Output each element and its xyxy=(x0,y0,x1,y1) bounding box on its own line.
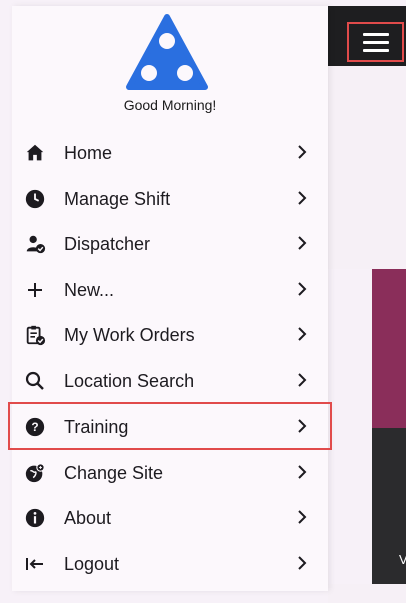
nav-item-label: Logout xyxy=(64,554,120,574)
plus-icon xyxy=(24,279,46,301)
nav-item-new[interactable]: New... xyxy=(12,267,328,311)
background-panel-dark: V xyxy=(372,428,406,584)
app-background xyxy=(328,66,406,269)
svg-text:?: ? xyxy=(31,420,38,434)
chevron-right-icon xyxy=(294,552,310,574)
chevron-right-icon xyxy=(294,141,310,163)
chevron-right-icon xyxy=(294,278,310,300)
chevron-right-icon xyxy=(294,369,310,391)
nav-item-manage-shift[interactable]: Manage Shift xyxy=(12,176,328,220)
nav-item-training[interactable]: ? Training xyxy=(8,402,332,450)
navigation-drawer: Good Morning! Home Manage Shift Dispatch… xyxy=(8,6,332,591)
nav-item-label: Dispatcher xyxy=(64,234,151,254)
nav-item-change-site[interactable]: Change Site xyxy=(12,450,328,494)
greeting-text: Good Morning! xyxy=(123,97,217,113)
hamburger-line xyxy=(362,40,389,44)
background-peek-text: V xyxy=(399,552,406,567)
chevron-right-icon xyxy=(294,323,310,345)
nav-item-label: My Work Orders xyxy=(64,325,195,345)
nav-item-label: Change Site xyxy=(64,463,164,483)
nav-item-home[interactable]: Home xyxy=(12,130,328,174)
chevron-right-icon xyxy=(294,506,310,528)
app-background-bottom xyxy=(328,584,406,603)
nav-item-location-search[interactable]: Location Search xyxy=(12,358,328,402)
chevron-right-icon xyxy=(294,232,310,254)
change-site-icon xyxy=(24,462,46,484)
help-circle-icon: ? xyxy=(24,416,46,438)
nav-item-label: Training xyxy=(64,417,129,437)
hamburger-icon xyxy=(362,32,389,36)
nav-item-label: New... xyxy=(64,280,115,300)
chevron-right-icon xyxy=(294,187,310,209)
nav-item-label: Location Search xyxy=(64,371,195,391)
hamburger-menu-button[interactable] xyxy=(347,22,404,62)
app-logo xyxy=(126,14,208,90)
nav-item-label: Manage Shift xyxy=(64,189,171,209)
nav-item-label: About xyxy=(64,508,112,528)
logout-icon xyxy=(24,553,46,575)
nav-item-label: Home xyxy=(64,143,113,163)
clock-icon xyxy=(24,188,46,210)
chevron-right-icon xyxy=(294,461,310,483)
hamburger-line xyxy=(362,48,389,52)
background-panel-maroon xyxy=(372,269,406,428)
nav-item-dispatcher[interactable]: Dispatcher xyxy=(12,221,328,265)
info-icon xyxy=(24,507,46,529)
nav-item-logout[interactable]: Logout xyxy=(12,541,328,585)
home-icon xyxy=(24,142,46,164)
nav-item-about[interactable]: About xyxy=(12,495,328,539)
work-orders-icon xyxy=(24,324,46,346)
nav-item-my-work-orders[interactable]: My Work Orders xyxy=(12,312,328,356)
dispatcher-icon xyxy=(24,233,46,255)
search-icon xyxy=(24,370,46,392)
chevron-right-icon xyxy=(294,415,310,437)
